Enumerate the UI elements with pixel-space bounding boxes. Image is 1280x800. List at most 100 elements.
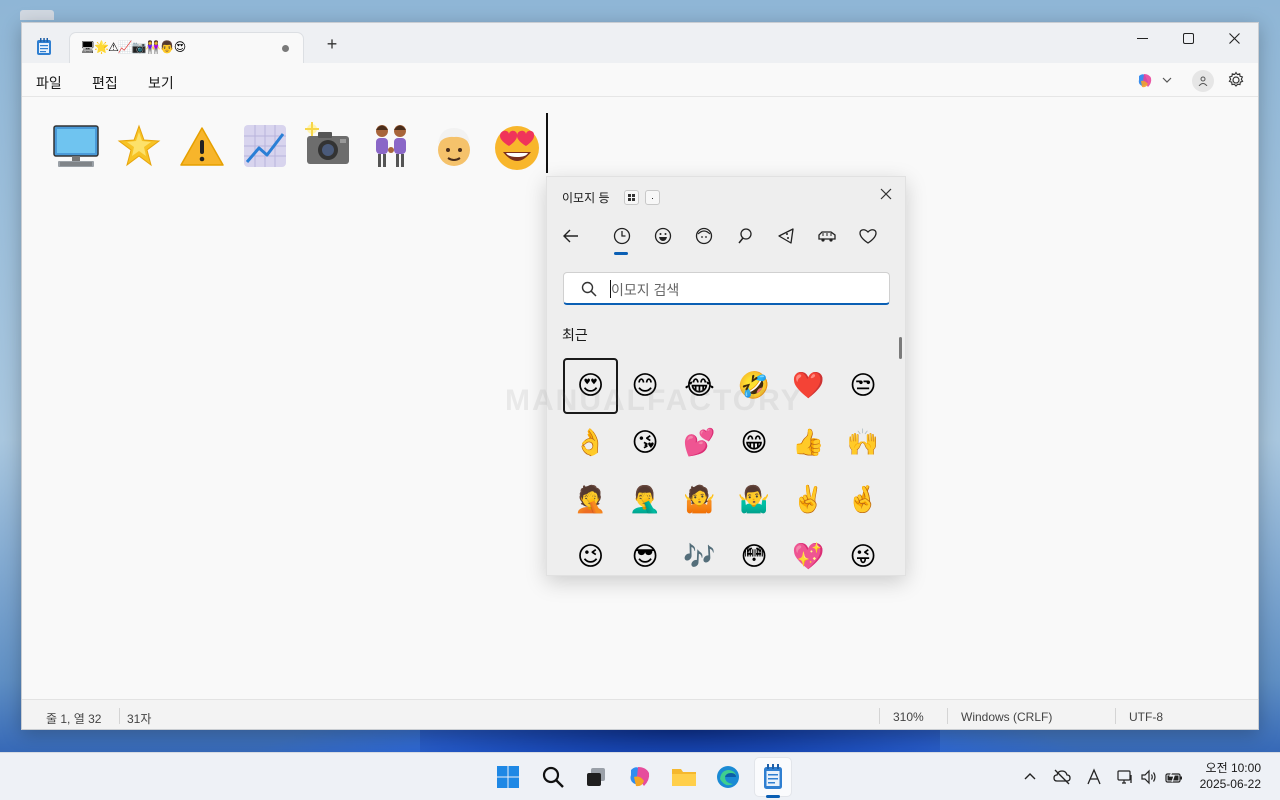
emoji-panel-close-icon[interactable]	[879, 187, 893, 201]
heart-category-icon[interactable]	[858, 226, 878, 246]
edge-browser-button[interactable]	[714, 763, 742, 791]
emoji-glyph: 🤞	[846, 485, 880, 515]
account-button[interactable]	[1192, 70, 1214, 92]
lightbulb-category-icon[interactable]	[735, 226, 755, 246]
volume-icon[interactable]	[1140, 768, 1158, 786]
emoji-cell[interactable]: ✌️	[781, 472, 836, 528]
task-view-button[interactable]	[582, 763, 610, 791]
menu-edit[interactable]: 편집	[92, 73, 118, 93]
scrollbar-thumb[interactable]	[899, 337, 902, 359]
status-divider	[947, 708, 948, 724]
copilot-taskbar-button[interactable]	[626, 763, 654, 791]
copilot-icon[interactable]	[1136, 72, 1154, 90]
emoji-cell[interactable]: 🤣	[727, 358, 782, 414]
chevron-down-icon[interactable]	[1162, 75, 1172, 85]
new-tab-button[interactable]: +	[324, 35, 340, 53]
encoding[interactable]: UTF-8	[1129, 710, 1163, 724]
onedrive-offline-icon[interactable]	[1053, 768, 1071, 786]
menu-view[interactable]: 보기	[148, 73, 174, 93]
emoji-cell[interactable]: 🤷	[672, 472, 727, 528]
notepad-taskbar-icon	[764, 764, 782, 789]
zoom-level[interactable]: 310%	[893, 710, 924, 724]
emoji-cell[interactable]: 😳	[727, 529, 782, 575]
recent-clock-icon[interactable]	[612, 226, 632, 246]
show-hidden-icons-chevron-icon[interactable]	[1021, 768, 1039, 786]
settings-gear-icon[interactable]	[1227, 71, 1245, 89]
taskbar-search-icon	[542, 766, 564, 788]
emoji-search-input[interactable]: 이모지 검색	[563, 272, 890, 305]
emoji-glyph: 👌	[574, 428, 607, 458]
maximize-icon	[1182, 32, 1194, 44]
recent-section-label: 최근	[562, 327, 588, 343]
system-clock[interactable]: 오전 10:00 2025-06-22	[1195, 760, 1261, 792]
network-icon[interactable]	[1116, 768, 1134, 786]
unsaved-dot-icon[interactable]	[282, 45, 289, 52]
file-explorer-button[interactable]	[670, 763, 698, 791]
people-category-icon[interactable]	[694, 226, 714, 246]
emoji-cell[interactable]: 🙌	[836, 415, 891, 471]
emoji-cell[interactable]: 😒	[836, 358, 891, 414]
start-button[interactable]	[494, 763, 522, 791]
editor-emoji-chart-increasing	[233, 120, 296, 172]
emoji-glyph: 🤦	[574, 485, 607, 515]
line-ending[interactable]: Windows (CRLF)	[961, 710, 1052, 724]
emoji-cell[interactable]: 🤷‍♂️	[727, 472, 782, 528]
car-category-icon[interactable]	[817, 226, 837, 246]
emoji-cell[interactable]: 😂	[672, 358, 727, 414]
notepad-taskbar-button[interactable]	[759, 763, 787, 791]
minimize-button[interactable]	[1119, 23, 1165, 53]
task-view-icon	[587, 768, 605, 786]
emoji-cell[interactable]: 🎶	[672, 529, 727, 575]
battery-charging-icon[interactable]	[1165, 768, 1183, 786]
search-button[interactable]	[539, 763, 567, 791]
menu-bar: 파일 편집 보기	[22, 63, 1258, 97]
emoji-cell[interactable]: 💖	[781, 529, 836, 575]
emoji-glyph: ✌️	[792, 485, 825, 515]
emoji-cell[interactable]: 😜	[836, 529, 891, 575]
emoji-glyph: 💖	[792, 542, 825, 572]
emoji-glyph: 😁	[740, 428, 768, 458]
emoji-cell[interactable]: 😍	[563, 358, 618, 414]
maximize-button[interactable]	[1165, 23, 1211, 53]
desktop-icon[interactable]	[20, 10, 54, 20]
editor-emoji-women-holding-hands	[359, 120, 422, 172]
close-button[interactable]	[1211, 23, 1257, 53]
search-icon	[581, 281, 597, 297]
emoji-cell[interactable]: 🤦	[563, 472, 618, 528]
pizza-category-icon[interactable]	[776, 226, 796, 246]
emoji-cell[interactable]: 😊	[618, 358, 673, 414]
emoji-panel: 이모지 등 . 이모지 검색 최근 😍 😊 😂 🤣 ❤️ 😒 👌 😘 💕 😁 👍 🙌 🤦 🤦‍♂️ 🤷 🤷‍♂…	[546, 176, 906, 576]
emoji-glyph: 🤣	[737, 371, 771, 401]
emoji-panel-title: 이모지 등	[562, 191, 610, 205]
emoji-cell[interactable]: 🤦‍♂️	[618, 472, 673, 528]
emoji-cell[interactable]: 😎	[618, 529, 673, 575]
emoji-glyph: 💕	[683, 428, 716, 458]
editor-emoji-heart-eyes	[485, 120, 548, 172]
edge-icon	[717, 766, 739, 788]
folder-icon	[672, 769, 696, 786]
title-bar: 🖥🌟⚠📈📷👭👨😍 +	[22, 23, 1258, 63]
ime-language-icon[interactable]	[1085, 768, 1103, 786]
emoji-cell[interactable]: 😉	[563, 529, 618, 575]
status-divider	[879, 708, 880, 724]
emoji-cell[interactable]: 💕	[672, 415, 727, 471]
emoji-cell[interactable]: 👌	[563, 415, 618, 471]
emoji-glyph: 🤷‍♂️	[737, 485, 771, 515]
emoji-cell[interactable]: 😁	[727, 415, 782, 471]
windows-logo-icon	[497, 766, 519, 788]
menu-file[interactable]: 파일	[36, 73, 62, 93]
grid-mode-icon[interactable]	[624, 190, 639, 205]
keyboard-mode-icon[interactable]: .	[645, 190, 660, 205]
emoji-cell[interactable]: 😘	[618, 415, 673, 471]
text-caret	[546, 113, 548, 173]
emoji-cell[interactable]: 👍	[781, 415, 836, 471]
back-arrow-icon[interactable]	[561, 226, 581, 246]
emoji-cell[interactable]: 🤞	[836, 472, 891, 528]
emoji-cell[interactable]: ❤️	[781, 358, 836, 414]
document-tab[interactable]: 🖥🌟⚠📈📷👭👨😍	[69, 32, 304, 63]
editor-emoji-glowing-star	[107, 120, 170, 172]
copilot-taskbar-icon	[630, 767, 650, 787]
clock-date: 2025-06-22	[1199, 777, 1261, 791]
emoji-glyph: 🙌	[846, 428, 880, 458]
smiley-category-icon[interactable]	[653, 226, 673, 246]
